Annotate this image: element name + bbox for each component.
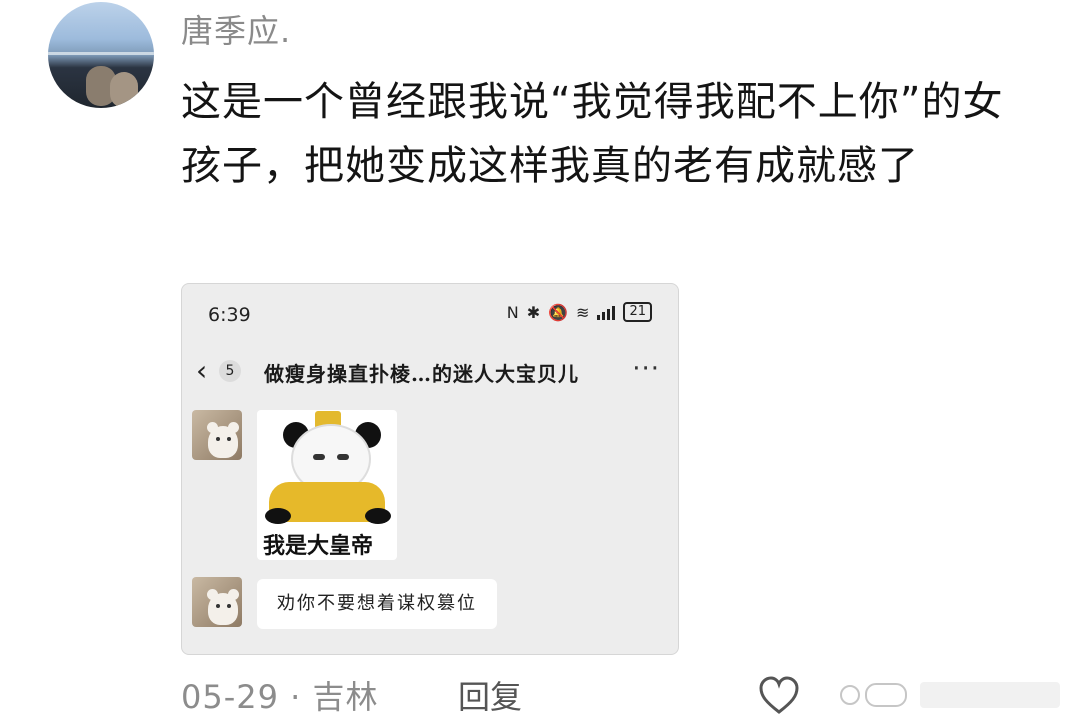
user-avatar[interactable] [48, 2, 154, 108]
status-icons: N ✱ 🔕 ≋ 21 [507, 302, 652, 322]
wifi-icon: ≋ [576, 302, 590, 322]
panda-sticker-message[interactable]: 我是大皇帝 [257, 410, 397, 560]
nfc-icon: N [506, 302, 519, 322]
post-date: 05-29 [181, 678, 279, 716]
post-text: 这是一个曾经跟我说“我觉得我配不上你”的女孩子，把她变成这样我真的老有成就感了 [181, 79, 1004, 189]
text-message-bubble[interactable]: 劝你不要想着谋权篡位 [257, 579, 497, 629]
status-time: 6:39 [208, 304, 251, 326]
avatar-horizon [48, 52, 154, 55]
mute-icon: 🔕 [548, 302, 569, 322]
watermark [840, 682, 1060, 708]
heart-icon[interactable] [758, 676, 800, 716]
sticker-caption: 我是大皇帝 [263, 534, 374, 559]
post-meta: 05-29 · 吉林 [181, 672, 379, 718]
back-icon[interactable]: ‹ [196, 356, 207, 386]
meta-separator: · [290, 678, 302, 716]
chat-title: 做瘦身操直扑棱…的迷人大宝贝儿 [264, 362, 579, 386]
more-icon[interactable]: ··· [632, 354, 660, 384]
avatar-figure [110, 72, 138, 108]
post-location: 吉林 [312, 678, 379, 716]
contact-avatar[interactable] [192, 410, 242, 460]
signal-icon [597, 304, 616, 320]
unread-count-badge: 5 [219, 360, 241, 382]
username[interactable]: 唐季应. [181, 6, 291, 52]
reply-button[interactable]: 回复 [458, 672, 522, 718]
contact-avatar[interactable] [192, 577, 242, 627]
embedded-chat-screenshot: 6:39 N ✱ 🔕 ≋ 21 ‹ 5 做瘦身操直扑棱…的迷人大宝贝儿 ··· … [181, 283, 679, 655]
battery-icon: 21 [623, 302, 652, 322]
bluetooth-icon: ✱ [526, 302, 541, 322]
